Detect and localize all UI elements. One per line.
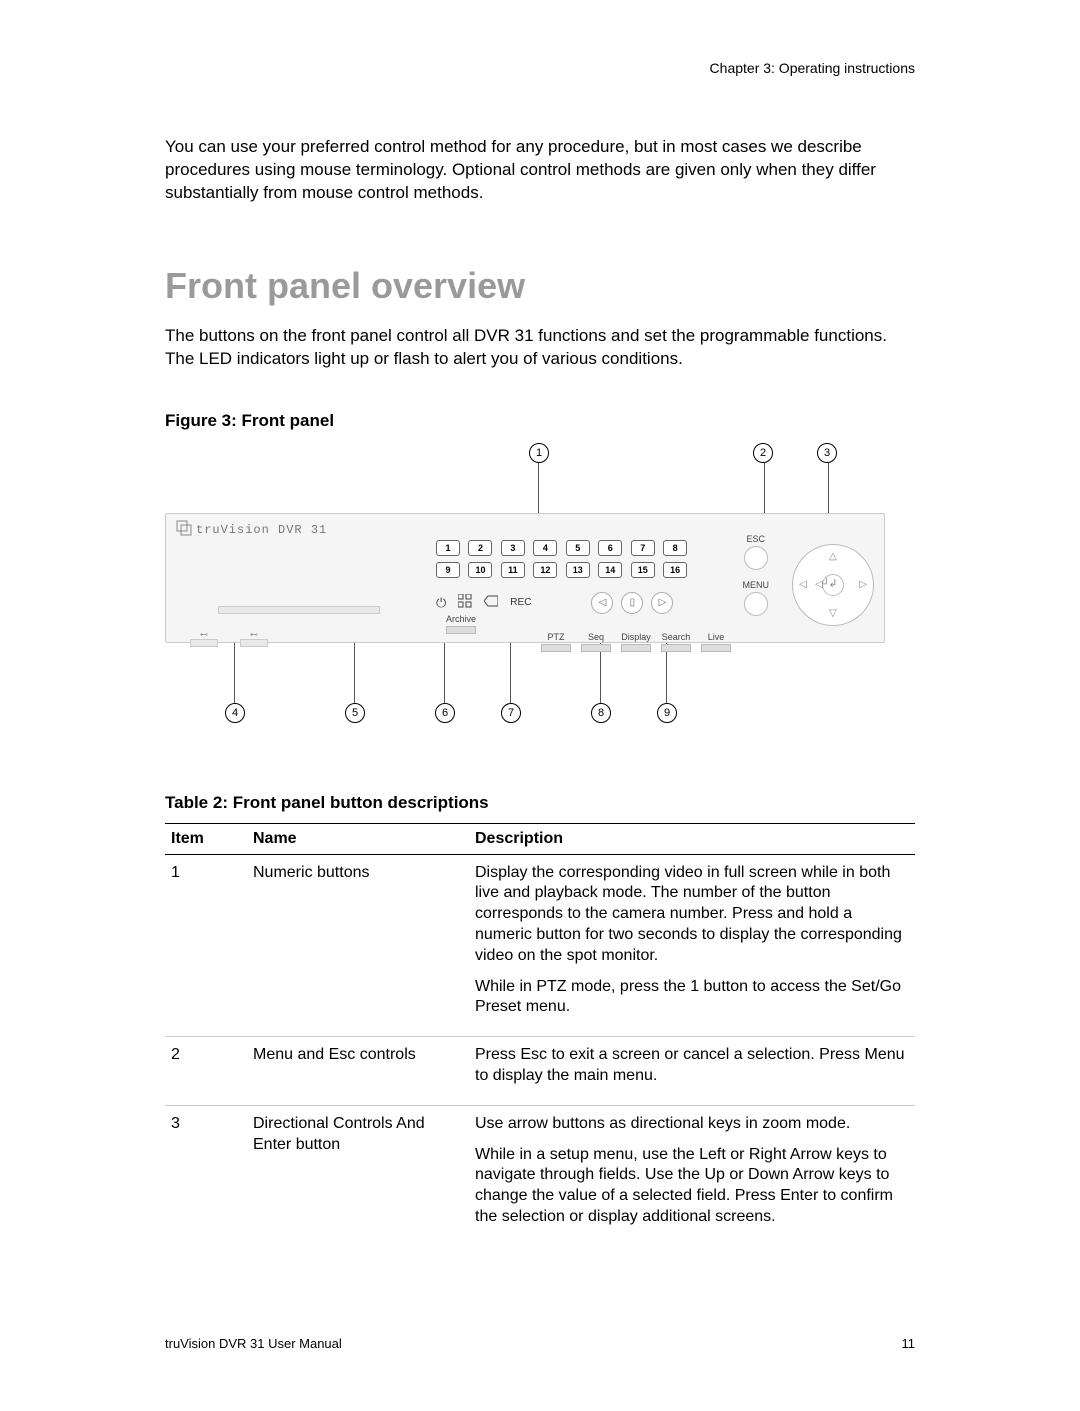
description-paragraph: While in a setup menu, use the Left or R… [475,1145,909,1228]
ptz-button[interactable] [541,644,571,652]
front-panel: truVision DVR 31 1 2 3 4 5 6 7 8 9 10 11 [165,513,885,643]
description-paragraph: Press Esc to exit a screen or cancel a s… [475,1045,909,1087]
left-arrow-icon[interactable]: ◁ [799,579,807,590]
table-header-name: Name [247,823,469,854]
numeric-button[interactable]: 14 [598,562,622,578]
table-row: 1 Numeric buttons Display the correspond… [165,854,915,1037]
table-row: 2 Menu and Esc controls Press Esc to exi… [165,1037,915,1106]
display-label: Display [621,632,651,642]
menu-label: MENU [743,580,770,590]
ptz-label: PTZ [548,632,565,642]
table-cell-description: Display the corresponding video in full … [469,854,915,1037]
usb-port[interactable] [190,639,218,647]
numeric-button[interactable]: 9 [436,562,460,578]
play-button[interactable]: ▷ [651,592,673,614]
description-paragraph: Use arrow buttons as directional keys in… [475,1114,909,1135]
footer-title: truVision DVR 31 User Manual [165,1336,342,1351]
enter-left-icon[interactable]: ◁┘ [815,579,830,590]
logo-icon [176,520,192,540]
pause-button[interactable]: ▯ [621,592,643,614]
numeric-buttons-group: 1 2 3 4 5 6 7 8 9 10 11 12 13 14 15 [436,538,691,582]
figure-caption: Figure 3: Front panel [165,411,915,431]
table-cell-item: 1 [165,854,247,1037]
table-caption: Table 2: Front panel button descriptions [165,793,915,813]
section-title: Front panel overview [165,265,915,307]
numeric-button[interactable]: 2 [468,540,492,556]
table-cell-description: Press Esc to exit a screen or cancel a s… [469,1037,915,1106]
usb-port[interactable] [240,639,268,647]
callout-4: 4 [225,703,245,723]
callout-8: 8 [591,703,611,723]
live-button[interactable] [701,644,731,652]
description-paragraph: While in PTZ mode, press the 1 button to… [475,977,909,1019]
right-arrow-icon[interactable]: ▷ [859,579,867,590]
table-cell-item: 3 [165,1105,247,1245]
page-number: 11 [902,1336,916,1351]
intro-paragraph: You can use your preferred control metho… [165,136,915,205]
numeric-button[interactable]: 12 [533,562,557,578]
numeric-button[interactable]: 11 [501,562,525,578]
multiview-icon[interactable] [458,594,472,611]
callout-5: 5 [345,703,365,723]
display-button[interactable] [621,644,651,652]
table-cell-name: Menu and Esc controls [247,1037,469,1106]
description-paragraph: Display the corresponding video in full … [475,863,909,967]
callout-3: 3 [817,443,837,463]
callout-2: 2 [753,443,773,463]
esc-label: ESC [743,534,770,544]
search-button[interactable] [661,644,691,652]
numeric-button[interactable]: 16 [663,562,687,578]
archive-label: Archive [446,614,476,624]
table-row: 3 Directional Controls And Enter button … [165,1105,915,1245]
callout-6: 6 [435,703,455,723]
front-panel-diagram: 1 2 3 4 5 6 7 8 9 truVision DVR 31 [165,443,885,723]
table-cell-name: Numeric buttons [247,854,469,1037]
seq-label: Seq [588,632,604,642]
table-cell-description: Use arrow buttons as directional keys in… [469,1105,915,1245]
search-label: Search [662,632,691,642]
numeric-button[interactable]: 10 [468,562,492,578]
numeric-button[interactable]: 7 [631,540,655,556]
usb-icon: ⊷ [240,630,268,639]
numeric-button[interactable]: 3 [501,540,525,556]
numeric-button[interactable]: 15 [631,562,655,578]
tag-icon[interactable] [484,595,498,610]
usb-icon: ⊷ [190,630,218,639]
rec-button[interactable]: REC [510,597,531,608]
numeric-button[interactable]: 6 [598,540,622,556]
up-arrow-icon[interactable]: △ [829,551,837,562]
dvd-tray[interactable] [218,606,380,614]
seq-button[interactable] [581,644,611,652]
table-header-item: Item [165,823,247,854]
numeric-button[interactable]: 5 [566,540,590,556]
menu-button[interactable] [744,592,768,616]
power-icon[interactable]: ⏻ [436,595,446,611]
callout-9: 9 [657,703,677,723]
callout-7: 7 [501,703,521,723]
chapter-header: Chapter 3: Operating instructions [165,60,915,76]
section-paragraph: The buttons on the front panel control a… [165,325,915,371]
rewind-button[interactable]: ◁ [591,592,613,614]
table-header-description: Description [469,823,915,854]
table-cell-name: Directional Controls And Enter button [247,1105,469,1245]
table-cell-item: 2 [165,1037,247,1106]
archive-button[interactable] [446,626,476,634]
product-name: truVision DVR 31 [196,523,327,537]
down-arrow-icon[interactable]: ▽ [829,608,837,619]
numeric-button[interactable]: 13 [566,562,590,578]
numeric-button[interactable]: 8 [663,540,687,556]
callout-1: 1 [529,443,549,463]
numeric-button[interactable]: 4 [533,540,557,556]
esc-button[interactable] [744,546,768,570]
directional-pad[interactable]: △ ▽ ◁ ▷ ◁┘ ↲ [792,544,874,626]
numeric-button[interactable]: 1 [436,540,460,556]
front-panel-table: Item Name Description 1 Numeric buttons … [165,823,915,1246]
product-logo-text: truVision DVR 31 [176,520,327,540]
live-label: Live [708,632,725,642]
